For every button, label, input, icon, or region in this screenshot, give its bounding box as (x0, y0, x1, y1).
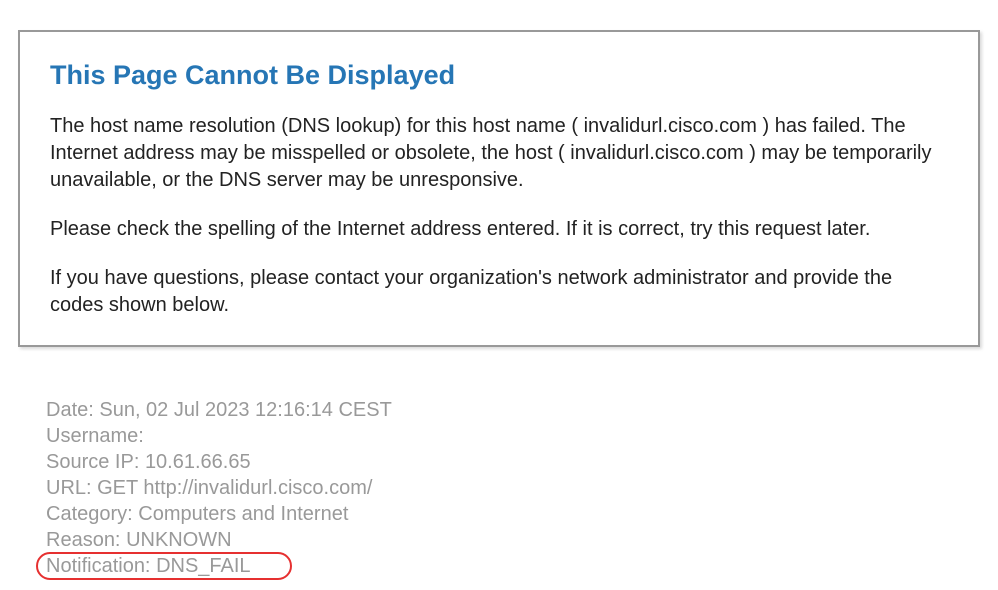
meta-row-date: Date: Sun, 02 Jul 2023 12:16:14 CEST (46, 397, 980, 423)
meta-value-sourceip: 10.61.66.65 (145, 451, 251, 473)
meta-label-reason: Reason: (46, 529, 126, 551)
meta-row-category: Category: Computers and Internet (46, 501, 980, 527)
meta-label-category: Category: (46, 503, 138, 525)
meta-label-username: Username: (46, 425, 144, 447)
meta-row-notification: Notification: DNS_FAIL (46, 553, 980, 579)
meta-label-sourceip: Source IP: (46, 451, 145, 473)
meta-label-notification: Notification: (46, 555, 156, 577)
error-message-box: This Page Cannot Be Displayed The host n… (18, 30, 980, 347)
error-paragraph-spelling: Please check the spelling of the Interne… (50, 216, 948, 243)
meta-row-username: Username: (46, 423, 980, 449)
meta-label-date: Date: (46, 399, 99, 421)
meta-value-category: Computers and Internet (138, 503, 348, 525)
error-paragraph-dns: The host name resolution (DNS lookup) fo… (50, 113, 948, 194)
meta-row-reason: Reason: UNKNOWN (46, 527, 980, 553)
error-metadata: Date: Sun, 02 Jul 2023 12:16:14 CEST Use… (18, 397, 980, 579)
meta-row-url: URL: GET http://invalidurl.cisco.com/ (46, 475, 980, 501)
meta-value-date: Sun, 02 Jul 2023 12:16:14 CEST (99, 399, 391, 421)
meta-label-url: URL: (46, 477, 97, 499)
meta-value-reason: UNKNOWN (126, 529, 232, 551)
meta-value-notification: DNS_FAIL (156, 555, 250, 577)
meta-row-sourceip: Source IP: 10.61.66.65 (46, 449, 980, 475)
meta-value-url: GET http://invalidurl.cisco.com/ (97, 477, 372, 499)
error-paragraph-contact: If you have questions, please contact yo… (50, 265, 948, 319)
error-title: This Page Cannot Be Displayed (50, 60, 948, 91)
